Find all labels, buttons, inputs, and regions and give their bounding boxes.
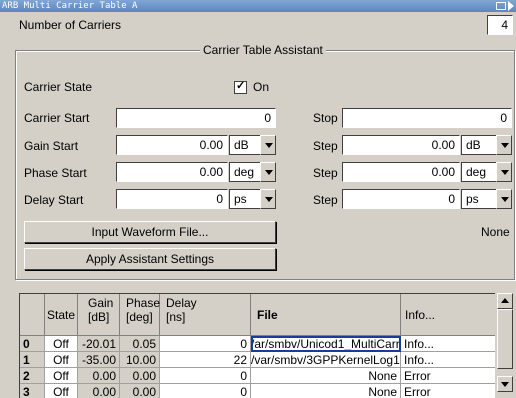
row-state[interactable]: Off — [45, 368, 78, 384]
table-scrollbar[interactable] — [497, 293, 513, 398]
gain-step-unit-select[interactable]: dB — [461, 135, 512, 155]
chevron-down-icon[interactable] — [496, 189, 512, 209]
row-index: 2 — [20, 368, 45, 384]
carrier-state-on-label: On — [253, 80, 270, 94]
row-gain[interactable]: -35.00 — [78, 352, 120, 368]
row-info[interactable]: Error — [401, 384, 495, 398]
carrier-state-label: Carrier State — [24, 80, 93, 94]
header-state: State — [45, 294, 78, 336]
number-of-carriers-label: Number of Carriers — [19, 18, 122, 32]
row-gain[interactable]: 0.00 — [78, 368, 120, 384]
gain-start-unit-value: dB — [229, 135, 260, 155]
number-of-carriers-input[interactable]: 4 — [487, 15, 513, 35]
carrier-state-checkbox[interactable]: ✓ — [234, 80, 247, 94]
row-gain[interactable]: -20.01 — [78, 336, 120, 352]
phase-start-label: Phase Start — [24, 166, 87, 180]
header-delay: Delay [ns] — [160, 294, 251, 336]
carrier-stop-label: Stop — [313, 111, 338, 125]
row-file[interactable]: None — [251, 384, 401, 398]
row-index: 3 — [20, 384, 45, 398]
delay-start-label: Delay Start — [24, 193, 84, 207]
delay-step-unit-select[interactable]: ps — [461, 189, 512, 209]
header-gain: Gain [dB] — [78, 294, 120, 336]
phase-start-input[interactable]: 0.00 — [116, 162, 228, 182]
window-toggle-icon[interactable] — [496, 1, 514, 11]
table-row[interactable]: 3 Off 0.00 0.00 0 None Error — [20, 384, 495, 398]
table-row[interactable]: 0 Off -20.01 0.05 0 /ar/smbv/Unicod1_Mul… — [20, 336, 495, 352]
apply-assistant-settings-button[interactable]: Apply Assistant Settings — [24, 248, 276, 270]
gain-start-unit-select[interactable]: dB — [229, 135, 276, 155]
scrollbar-thumb[interactable] — [497, 309, 513, 369]
row-info[interactable]: Error — [401, 368, 495, 384]
scroll-up-icon[interactable] — [497, 293, 513, 309]
row-state[interactable]: Off — [45, 336, 78, 352]
check-mark-icon: ✓ — [236, 80, 246, 92]
header-index — [20, 294, 45, 336]
carrier-stop-input[interactable]: 0 — [342, 108, 512, 128]
row-info[interactable]: Info... — [401, 336, 495, 352]
phase-step-unit-value: deg — [461, 162, 496, 182]
row-file[interactable]: /var/smbv/3GPPKernelLog1 — [251, 352, 401, 368]
assistant-group-title: Carrier Table Assistant — [200, 43, 326, 57]
table-row[interactable]: 1 Off -35.00 10.00 22 /var/smbv/3GPPKern… — [20, 352, 495, 368]
row-delay[interactable]: 0 — [160, 368, 251, 384]
chevron-down-icon[interactable] — [260, 189, 276, 209]
row-file[interactable]: /ar/smbv/Unicod1_MultiCarrierCW — [251, 336, 401, 352]
row-phase[interactable]: 10.00 — [120, 352, 160, 368]
row-info[interactable]: Info... — [401, 352, 495, 368]
header-phase: Phase [deg] — [120, 294, 160, 336]
window-titlebar: ARB Multi Carrier Table A — [0, 0, 516, 12]
row-state[interactable]: Off — [45, 352, 78, 368]
row-state[interactable]: Off — [45, 384, 78, 398]
gain-step-label: Step — [313, 139, 338, 153]
gain-start-input[interactable]: 0.00 — [116, 135, 228, 155]
phase-step-input[interactable]: 0.00 — [342, 162, 460, 182]
chevron-down-icon[interactable] — [496, 162, 512, 182]
chevron-down-icon[interactable] — [496, 135, 512, 155]
delay-step-input[interactable]: 0 — [342, 189, 460, 209]
phase-start-unit-select[interactable]: deg — [229, 162, 276, 182]
row-delay[interactable]: 22 — [160, 352, 251, 368]
delay-step-label: Step — [313, 193, 338, 207]
scroll-down-icon[interactable] — [497, 376, 513, 392]
table-row[interactable]: 2 Off 0.00 0.00 0 None Error — [20, 368, 495, 384]
phase-step-label: Step — [313, 166, 338, 180]
row-delay[interactable]: 0 — [160, 336, 251, 352]
window-title: ARB Multi Carrier Table A — [2, 1, 138, 11]
phase-step-unit-select[interactable]: deg — [461, 162, 512, 182]
chevron-down-icon[interactable] — [260, 135, 276, 155]
row-gain[interactable]: 0.00 — [78, 384, 120, 398]
header-file: File — [251, 294, 401, 336]
delay-step-unit-value: ps — [461, 189, 496, 209]
carrier-start-input[interactable]: 0 — [116, 108, 276, 128]
gain-start-label: Gain Start — [24, 139, 79, 153]
header-info: Info... — [401, 294, 495, 336]
delay-start-unit-select[interactable]: ps — [229, 189, 276, 209]
carrier-table: State Gain [dB] Phase [deg] Delay [ns] F… — [19, 293, 495, 398]
chevron-down-icon[interactable] — [260, 162, 276, 182]
table-header: State Gain [dB] Phase [deg] Delay [ns] F… — [20, 294, 495, 336]
row-phase[interactable]: 0.00 — [120, 384, 160, 398]
carrier-start-label: Carrier Start — [24, 111, 90, 125]
delay-start-unit-value: ps — [229, 189, 260, 209]
row-phase[interactable]: 0.00 — [120, 368, 160, 384]
row-delay[interactable]: 0 — [160, 384, 251, 398]
input-waveform-value: None — [481, 225, 510, 239]
row-index: 1 — [20, 352, 45, 368]
row-index: 0 — [20, 336, 45, 352]
delay-start-input[interactable]: 0 — [116, 189, 228, 209]
input-waveform-file-button[interactable]: Input Waveform File... — [24, 221, 276, 243]
phase-start-unit-value: deg — [229, 162, 260, 182]
row-file[interactable]: None — [251, 368, 401, 384]
gain-step-input[interactable]: 0.00 — [342, 135, 460, 155]
gain-step-unit-value: dB — [461, 135, 496, 155]
row-phase[interactable]: 0.05 — [120, 336, 160, 352]
